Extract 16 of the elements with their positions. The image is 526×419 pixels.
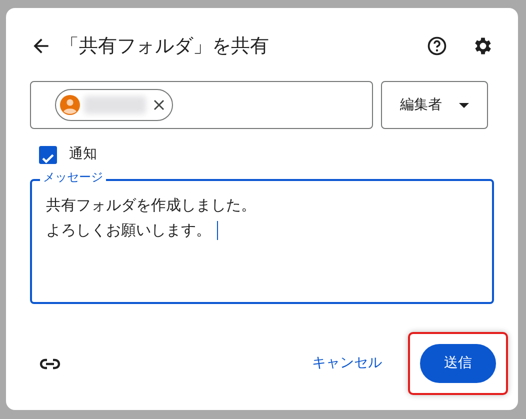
role-dropdown[interactable]: 編集者 [381, 81, 488, 129]
message-text-line: よろしくお願いします。 [46, 221, 211, 239]
dialog-title: 「共有フォルダ」を共有 [60, 34, 269, 59]
recipient-chip[interactable] [55, 89, 173, 121]
help-icon[interactable] [426, 35, 448, 57]
recipient-field[interactable] [30, 81, 373, 129]
message-label: メッセージ [40, 170, 106, 184]
message-text-line: 共有フォルダを作成しました。 [46, 196, 256, 214]
dropdown-caret-icon [459, 102, 469, 108]
text-cursor [217, 221, 218, 240]
notify-label: 通知 [69, 145, 97, 164]
cancel-button[interactable]: キャンセル [302, 345, 392, 382]
notify-checkbox[interactable] [39, 146, 57, 164]
send-button[interactable]: 送信 [420, 344, 496, 383]
settings-icon[interactable] [472, 35, 494, 57]
avatar-icon [60, 95, 80, 115]
